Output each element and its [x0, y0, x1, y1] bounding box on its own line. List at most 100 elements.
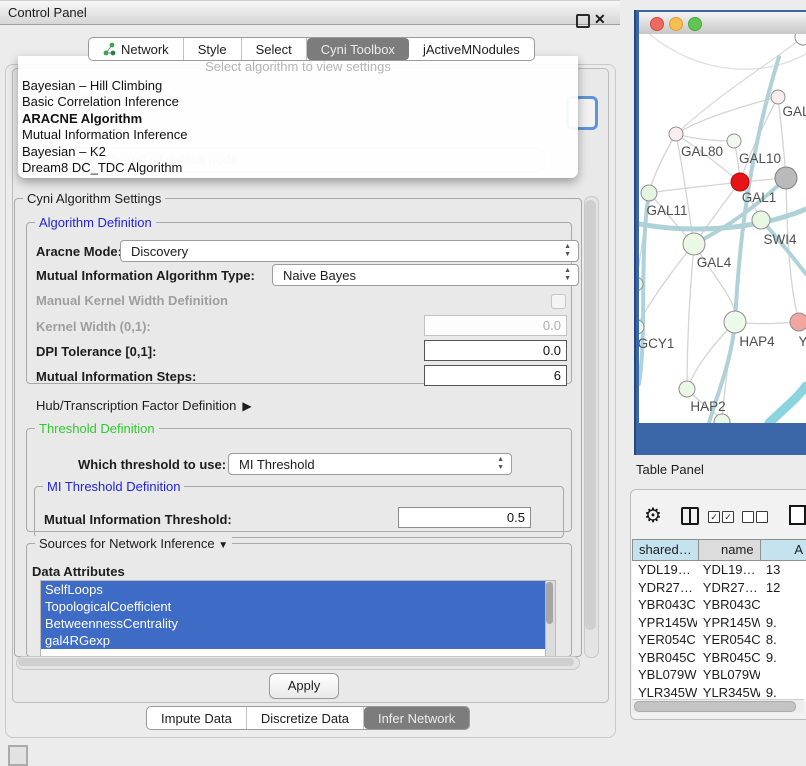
manual-kernel-checkbox[interactable]	[551, 294, 566, 309]
settings-horizontal-thumb[interactable]	[18, 658, 574, 666]
network-edge[interactable]	[676, 37, 803, 134]
tab-style[interactable]: Style	[184, 38, 242, 60]
zoom-traffic-light-icon[interactable]	[688, 17, 702, 31]
node-label: SWI4	[763, 232, 796, 247]
column-header-partial[interactable]: A	[761, 539, 806, 561]
network-edge[interactable]	[694, 182, 740, 244]
attributes-scrollbar-thumb[interactable]	[546, 582, 553, 624]
spinner-arrows-icon: ▲▼	[564, 267, 571, 283]
table-cell: YDR27…	[697, 579, 760, 597]
dpi-tolerance-input[interactable]	[424, 340, 567, 361]
network-node[interactable]	[641, 185, 657, 201]
sources-title[interactable]: Sources for Network Inference ▼	[35, 536, 232, 553]
tab-network[interactable]: Network	[89, 38, 184, 60]
node-label: HAP2	[690, 399, 725, 414]
network-edge[interactable]	[769, 386, 806, 423]
table-row[interactable]: YBR045CYBR045C9.	[632, 649, 806, 667]
spinner-arrows-icon: ▲▼	[564, 243, 571, 259]
mi-steps-input[interactable]	[424, 365, 567, 386]
table-row[interactable]: YPR145WYPR145W9.	[632, 614, 806, 632]
network-node[interactable]	[683, 233, 705, 255]
aracne-mode-combo[interactable]: Discovery ▲▼	[120, 240, 579, 262]
tab-infer-network[interactable]: Infer Network	[364, 707, 469, 729]
algorithm-dropdown-popup: Select algorithm to view settings Bayesi…	[18, 56, 578, 178]
network-node[interactable]	[727, 134, 741, 148]
which-threshold-combo[interactable]: MI Threshold ▲▼	[228, 453, 512, 475]
table-row[interactable]: YER054CYER054C8.	[632, 631, 806, 649]
hub-definition-expander[interactable]: Hub/Transcription Factor Definition▶	[36, 398, 252, 413]
dropdown-item[interactable]: Bayesian – Hill Climbing	[18, 78, 578, 94]
table-cell: 8.	[760, 631, 806, 649]
attribute-item[interactable]: TopologicalCoefficient	[41, 598, 546, 615]
table-cell: 9.	[760, 649, 806, 667]
network-edge[interactable]	[761, 220, 806, 274]
tab-impute-data[interactable]: Impute Data	[147, 707, 247, 729]
dropdown-item[interactable]: Dream8 DC_TDC Algorithm	[18, 160, 578, 176]
kernel-width-input[interactable]	[424, 315, 567, 336]
table-row[interactable]: YBR043CYBR043C	[632, 596, 806, 614]
network-node[interactable]	[731, 173, 749, 191]
network-node[interactable]	[752, 211, 770, 229]
table-cell: YBL079W	[697, 666, 760, 684]
network-node[interactable]	[790, 313, 806, 331]
tab-discretize-data[interactable]: Discretize Data	[247, 707, 364, 729]
float-window-icon[interactable]	[576, 14, 590, 28]
dropdown-item[interactable]: Mutual Information Inference	[18, 127, 578, 143]
apply-button[interactable]: Apply	[269, 673, 339, 699]
table-horizontal-thumb[interactable]	[634, 701, 796, 712]
mi-type-combo[interactable]: Naive Bayes ▲▼	[272, 264, 579, 286]
network-edge[interactable]	[687, 244, 694, 389]
table-row[interactable]: YDR27…YDR27…12	[632, 579, 806, 597]
network-edge[interactable]	[649, 182, 740, 193]
algorithm-dropdown-list: Bayesian – Hill ClimbingBasic Correlatio…	[18, 78, 578, 176]
table-cell: YER054C	[632, 631, 697, 649]
network-node[interactable]	[679, 381, 695, 397]
network-node[interactable]	[795, 34, 806, 45]
tab-jactivemnodules[interactable]: jActiveMNodules	[409, 38, 534, 60]
dropdown-item[interactable]: Bayesian – K2	[18, 144, 578, 160]
column-header-shared[interactable]: shared…	[632, 539, 699, 561]
settings-vertical-thumb[interactable]	[585, 200, 596, 630]
tab-select[interactable]: Select	[242, 38, 307, 60]
network-canvas[interactable]: GALGAL80GAL10GAL1GAL11SWI4GAL4GCY1HAP4YH…	[639, 34, 806, 423]
table-cell: YBR045C	[632, 649, 697, 667]
network-node[interactable]	[775, 167, 797, 189]
mi-threshold-input[interactable]	[398, 507, 531, 528]
mi-threshold-label: Mutual Information Threshold:	[44, 512, 232, 527]
checked-checkbox-icon[interactable]: ✓	[708, 511, 720, 523]
table-cell	[760, 666, 806, 684]
table-row[interactable]: YDL19…YDL19…13	[632, 561, 806, 579]
attribute-item[interactable]: gal4RGexp	[41, 632, 546, 649]
data-attributes-list[interactable]: SelfLoopsTopologicalCoefficientBetweenne…	[40, 580, 547, 657]
dpi-tolerance-label: DPI Tolerance [0,1]:	[36, 344, 156, 359]
gear-icon[interactable]: ⚙	[644, 503, 662, 528]
network-node[interactable]	[771, 90, 785, 104]
column-header-name[interactable]: name	[699, 539, 761, 561]
network-window-titlebar[interactable]	[639, 12, 806, 35]
unchecked-checkbox-icon[interactable]	[756, 511, 768, 523]
minimize-traffic-light-icon[interactable]	[669, 17, 683, 31]
collapse-arrow-icon: ▼	[218, 540, 228, 551]
dropdown-item[interactable]: Basic Correlation Inference	[18, 94, 578, 110]
dropdown-item[interactable]: ARACNE Algorithm	[18, 111, 578, 127]
node-label: GAL	[782, 104, 806, 119]
table-row[interactable]: YBL079WYBL079W	[632, 666, 806, 684]
close-traffic-light-icon[interactable]	[650, 17, 664, 31]
node-label: Y	[798, 334, 806, 349]
file-icon[interactable]	[789, 505, 806, 525]
table-cell: YDL19…	[632, 561, 697, 579]
columns-icon[interactable]	[681, 507, 699, 525]
network-node[interactable]	[724, 311, 746, 333]
close-icon[interactable]: ✕	[594, 8, 606, 31]
node-label: HAP4	[739, 334, 775, 349]
tab-cyni-toolbox[interactable]: Cyni Toolbox	[307, 38, 409, 60]
checked-checkbox-icon[interactable]: ✓	[722, 511, 734, 523]
attribute-item[interactable]: SelfLoops	[41, 581, 546, 598]
network-edge[interactable]	[649, 134, 676, 193]
control-panel-title: Control Panel	[8, 5, 87, 20]
network-node[interactable]	[669, 127, 683, 141]
network-edge[interactable]	[639, 244, 694, 327]
collapsed-panel-handle[interactable]	[8, 745, 28, 766]
unchecked-checkbox-icon[interactable]	[742, 511, 754, 523]
attribute-item[interactable]: BetweennessCentrality	[41, 615, 546, 632]
